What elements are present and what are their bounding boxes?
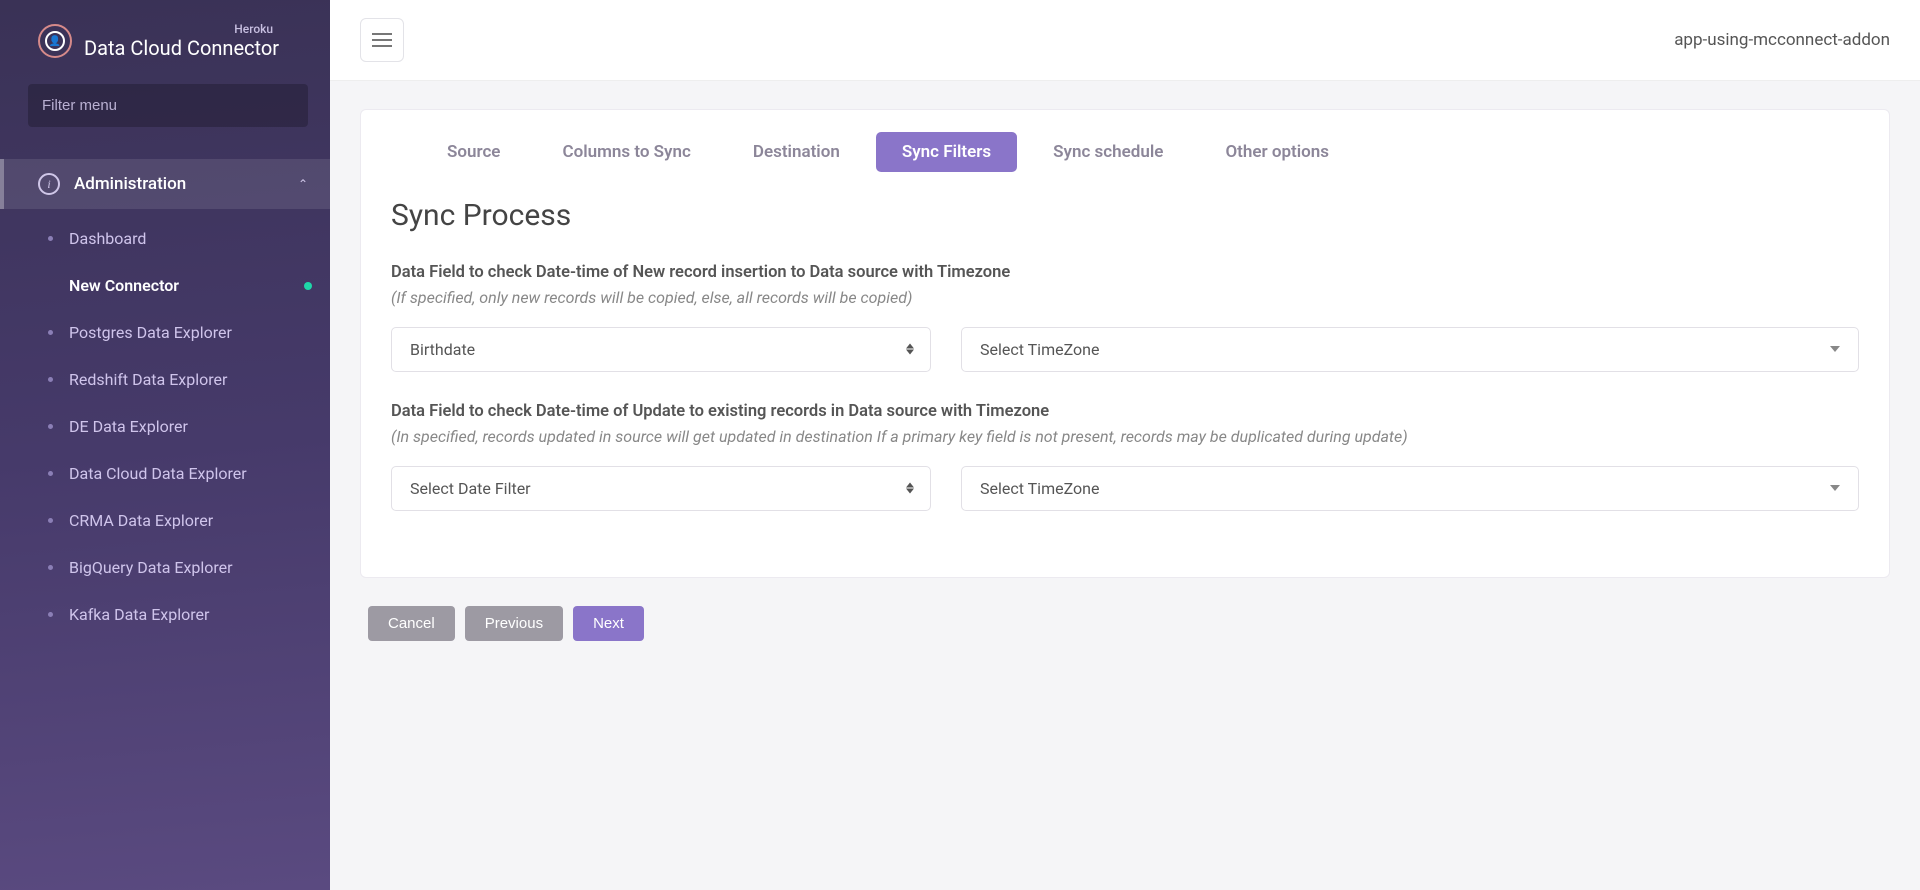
wizard-tabs: Source Columns to Sync Destination Sync … — [361, 110, 1889, 184]
hamburger-icon — [372, 33, 392, 47]
tab-source[interactable]: Source — [421, 132, 526, 172]
sidebar-item-postgres[interactable]: Postgres Data Explorer — [0, 309, 330, 356]
next-button[interactable]: Next — [573, 606, 644, 641]
bullet-icon — [48, 565, 53, 570]
field-group-update-record: Data Field to check Date-time of Update … — [391, 400, 1859, 511]
tab-sync-schedule[interactable]: Sync schedule — [1027, 132, 1189, 172]
sidebar-item-label: Dashboard — [69, 229, 146, 248]
sidebar-item-new-connector[interactable]: New Connector — [0, 262, 330, 309]
field-label: Data Field to check Date-time of New rec… — [391, 261, 1859, 286]
field-hint: (In specified, records updated in source… — [391, 427, 1859, 446]
sort-icon — [906, 483, 914, 494]
sidebar-item-label: Kafka Data Explorer — [69, 605, 209, 624]
nav-list: Dashboard New Connector Postgres Data Ex… — [0, 209, 330, 644]
bullet-icon — [48, 377, 53, 382]
brand-title: Data Cloud Connector — [84, 36, 279, 60]
bullet-icon — [48, 471, 53, 476]
update-record-date-select[interactable]: Select Date Filter — [391, 466, 931, 511]
sidebar-item-datacloud[interactable]: Data Cloud Data Explorer — [0, 450, 330, 497]
bullet-icon — [48, 330, 53, 335]
wizard-card: Source Columns to Sync Destination Sync … — [360, 109, 1890, 578]
filter-menu-input[interactable] — [28, 84, 308, 127]
update-record-timezone-select[interactable]: Select TimeZone — [961, 466, 1859, 511]
select-value: Select TimeZone — [980, 340, 1099, 359]
sidebar: 👤 Heroku Data Cloud Connector i Administ… — [0, 0, 330, 890]
chevron-down-icon — [1830, 346, 1840, 352]
brand-text: Heroku Data Cloud Connector — [84, 22, 279, 60]
bullet-icon — [48, 612, 53, 617]
nav-header-label: Administration — [74, 174, 284, 194]
field-group-new-record: Data Field to check Date-time of New rec… — [391, 261, 1859, 372]
sidebar-item-de[interactable]: DE Data Explorer — [0, 403, 330, 450]
tab-columns[interactable]: Columns to Sync — [536, 132, 716, 172]
bullet-icon — [48, 424, 53, 429]
bullet-icon — [48, 518, 53, 523]
select-value: Select Date Filter — [410, 479, 531, 498]
previous-button[interactable]: Previous — [465, 606, 563, 641]
info-icon: i — [38, 173, 60, 195]
nav-section-administration: i Administration ⌃ Dashboard New Connect… — [0, 159, 330, 644]
cancel-button[interactable]: Cancel — [368, 606, 455, 641]
brand-subtitle: Heroku — [234, 22, 279, 36]
tab-other-options[interactable]: Other options — [1199, 132, 1355, 172]
content: Source Columns to Sync Destination Sync … — [330, 81, 1920, 890]
sidebar-item-crma[interactable]: CRMA Data Explorer — [0, 497, 330, 544]
sidebar-item-label: BigQuery Data Explorer — [69, 558, 233, 577]
brand: 👤 Heroku Data Cloud Connector — [0, 0, 330, 70]
page-title: Sync Process — [391, 198, 1859, 233]
bullet-icon — [48, 283, 53, 288]
sidebar-item-kafka[interactable]: Kafka Data Explorer — [0, 591, 330, 638]
sidebar-item-label: DE Data Explorer — [69, 417, 188, 436]
main: app-using-mcconnect-addon Source Columns… — [330, 0, 1920, 890]
sidebar-item-label: Data Cloud Data Explorer — [69, 464, 247, 483]
topbar: app-using-mcconnect-addon — [330, 0, 1920, 81]
brand-logo-icon: 👤 — [38, 24, 72, 58]
sidebar-item-label: CRMA Data Explorer — [69, 511, 213, 530]
wizard-actions: Cancel Previous Next — [360, 606, 1890, 641]
nav-header-administration[interactable]: i Administration ⌃ — [0, 159, 330, 209]
sidebar-item-bigquery[interactable]: BigQuery Data Explorer — [0, 544, 330, 591]
select-value: Birthdate — [410, 340, 475, 359]
bullet-icon — [48, 236, 53, 241]
sidebar-item-label: Redshift Data Explorer — [69, 370, 227, 389]
active-indicator-icon — [304, 282, 312, 290]
chevron-up-icon: ⌃ — [298, 177, 308, 191]
new-record-date-select[interactable]: Birthdate — [391, 327, 931, 372]
tab-destination[interactable]: Destination — [727, 132, 866, 172]
app-name: app-using-mcconnect-addon — [1674, 30, 1890, 50]
sidebar-item-label: Postgres Data Explorer — [69, 323, 232, 342]
sidebar-item-label: New Connector — [69, 276, 179, 295]
tab-sync-filters[interactable]: Sync Filters — [876, 132, 1017, 172]
select-value: Select TimeZone — [980, 479, 1099, 498]
new-record-timezone-select[interactable]: Select TimeZone — [961, 327, 1859, 372]
field-hint: (If specified, only new records will be … — [391, 288, 1859, 307]
chevron-down-icon — [1830, 485, 1840, 491]
sidebar-item-dashboard[interactable]: Dashboard — [0, 215, 330, 262]
hamburger-button[interactable] — [360, 18, 404, 62]
field-label: Data Field to check Date-time of Update … — [391, 400, 1859, 425]
sidebar-item-redshift[interactable]: Redshift Data Explorer — [0, 356, 330, 403]
sort-icon — [906, 344, 914, 355]
